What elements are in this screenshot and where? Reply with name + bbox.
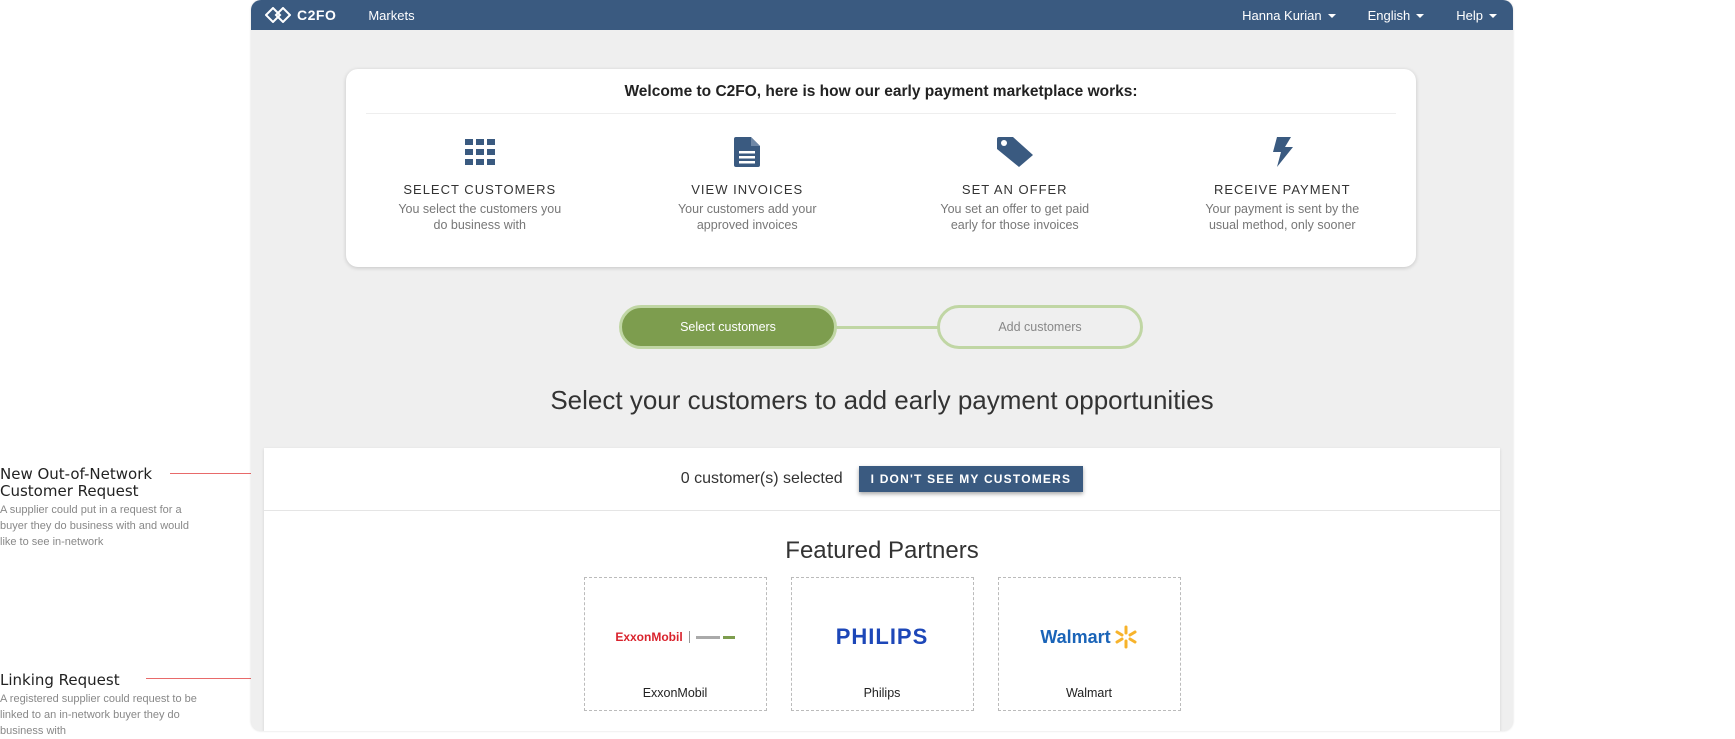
- step-name: SET AN OFFER: [961, 182, 1068, 197]
- step-desc-line: early for those invoices: [950, 218, 1079, 232]
- step-name: RECEIVE PAYMENT: [1213, 182, 1351, 197]
- language-menu[interactable]: English: [1368, 8, 1425, 23]
- exxonmobil-logo-text: ExxonMobil: [615, 630, 683, 644]
- featured-partners-list: ExxonMobil ExxonMobil PHILIPS Philips Wa…: [264, 577, 1500, 711]
- grid-icon: [346, 136, 614, 168]
- step-select-customers-pill[interactable]: Select customers: [619, 305, 837, 349]
- top-navbar: C2FO Markets Hanna Kurian English Help: [251, 0, 1513, 30]
- how-it-works-title: Welcome to C2FO, here is how our early p…: [624, 83, 1138, 100]
- step-desc-line: You set an offer to get paid: [940, 202, 1090, 216]
- step-description: You set an offer to get paid early for t…: [881, 201, 1149, 233]
- help-menu[interactable]: Help: [1456, 8, 1497, 23]
- page-headline: Select your customers to add early payme…: [550, 385, 1214, 415]
- step-name: VIEW INVOICES: [691, 182, 804, 197]
- logo-divider: [688, 631, 690, 643]
- language-menu-label: English: [1367, 7, 1411, 23]
- app-window: C2FO Markets Hanna Kurian English Help W…: [251, 0, 1513, 731]
- step-description: Your payment is sent by the usual method…: [1149, 201, 1417, 233]
- step-description: You select the customers you do business…: [346, 201, 614, 233]
- caret-down-icon: [1327, 14, 1336, 19]
- bolt-icon: [1149, 136, 1417, 168]
- step-desc-line: usual method, only sooner: [1208, 218, 1356, 232]
- partner-card-exxonmobil[interactable]: ExxonMobil ExxonMobil: [583, 577, 767, 711]
- logo-text: C2FO: [297, 7, 337, 23]
- annotation-description: A registered supplier could request to b…: [0, 693, 197, 737]
- tag-icon: [881, 136, 1149, 168]
- logo-mark: [722, 635, 735, 639]
- user-menu-label: Hanna Kurian: [1242, 7, 1322, 23]
- step-set-offer: SET AN OFFER You set an offer to get pai…: [881, 136, 1149, 233]
- partner-name: ExxonMobil: [642, 686, 708, 700]
- user-menu[interactable]: Hanna Kurian: [1242, 8, 1336, 23]
- walmart-spark-icon: [1115, 625, 1137, 649]
- step-select-customers: SELECT CUSTOMERS You select the customer…: [346, 136, 614, 233]
- philips-logo: PHILIPS: [792, 622, 973, 652]
- nav-markets-link[interactable]: Markets: [368, 8, 414, 23]
- exxonmobil-logo: ExxonMobil: [585, 622, 766, 652]
- walmart-logo-text: Walmart: [1040, 626, 1111, 647]
- step-view-invoices: VIEW INVOICES Your customers add your ap…: [614, 136, 882, 233]
- step-name: SELECT CUSTOMERS: [403, 182, 557, 197]
- progress-connector: [835, 326, 939, 329]
- how-it-works-card: Welcome to C2FO, here is how our early p…: [346, 69, 1416, 267]
- divider: [366, 113, 1396, 114]
- partner-card-philips[interactable]: PHILIPS Philips: [790, 577, 974, 711]
- step-description: Your customers add your approved invoice…: [614, 201, 882, 233]
- dont-see-customers-button[interactable]: I DON'T SEE MY CUSTOMERS: [858, 466, 1084, 492]
- selected-count: 0 customer(s) selected: [680, 470, 843, 487]
- step-desc-line: do business with: [433, 218, 526, 232]
- annotation-out-of-network: New Out-of-Network Customer Request A su…: [0, 466, 200, 550]
- annotation-description: A supplier could put in a request for a …: [0, 504, 189, 548]
- step-receive-payment: RECEIVE PAYMENT Your payment is sent by …: [1149, 136, 1417, 233]
- step-add-customers-pill[interactable]: Add customers: [937, 305, 1143, 349]
- annotation-linking-request: Linking Request A registered supplier co…: [0, 672, 200, 739]
- step-desc-line: approved invoices: [696, 218, 798, 232]
- featured-partners-title: Featured Partners: [785, 537, 979, 564]
- c2fo-logo-icon: [265, 7, 291, 23]
- help-menu-label: Help: [1456, 7, 1483, 23]
- annotation-title: Linking Request: [0, 671, 120, 689]
- customer-selection-panel: 0 customer(s) selected I DON'T SEE MY CU…: [264, 448, 1500, 731]
- annotation-title: New Out-of-Network: [0, 465, 153, 483]
- philips-logo-text: PHILIPS: [835, 624, 929, 649]
- partner-name: Walmart: [1065, 686, 1113, 700]
- annotation-title-2: Customer Request: [0, 482, 139, 500]
- document-icon: [614, 136, 882, 168]
- step-desc-line: Your customers add your: [677, 202, 817, 216]
- step-desc-line: You select the customers you: [398, 202, 562, 216]
- step-desc-line: Your payment is sent by the: [1205, 202, 1360, 216]
- partner-name: Philips: [863, 686, 901, 700]
- logo-mark: [695, 635, 720, 639]
- caret-down-icon: [1416, 14, 1425, 19]
- selection-row: 0 customer(s) selected I DON'T SEE MY CU…: [264, 448, 1500, 511]
- walmart-logo: Walmart: [999, 622, 1180, 652]
- caret-down-icon: [1489, 14, 1497, 19]
- c2fo-logo[interactable]: C2FO: [265, 7, 336, 23]
- partner-card-walmart[interactable]: Walmart Walmart: [997, 577, 1181, 711]
- onboarding-progress: Select customers Add customers: [619, 305, 1144, 353]
